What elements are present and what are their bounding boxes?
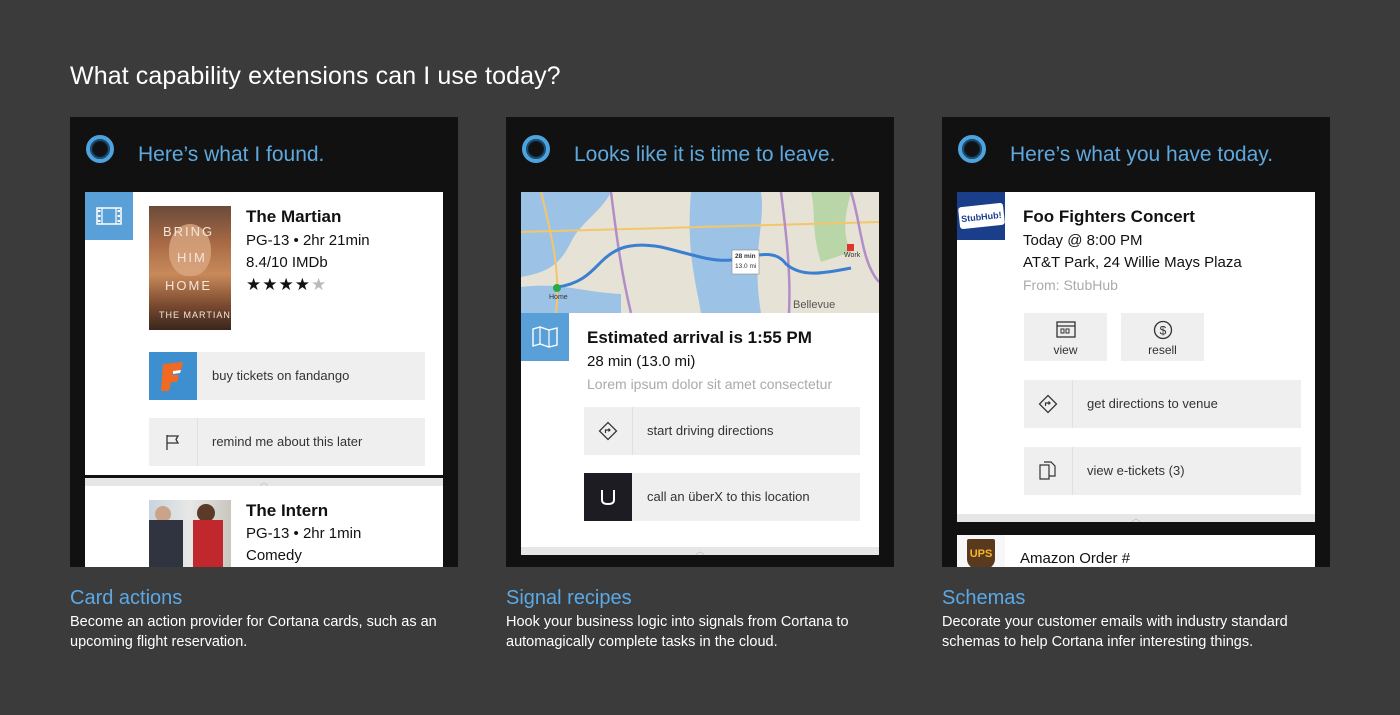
call-uber-action[interactable]: call an überX to this location xyxy=(584,473,860,521)
film-icon xyxy=(85,192,133,240)
card-divider: ︿ xyxy=(957,513,1315,523)
tickets-icon xyxy=(1024,447,1073,495)
action-label: start driving directions xyxy=(647,423,774,438)
event-card[interactable]: StubHub! Foo Fighters Concert Today @ 8:… xyxy=(957,192,1315,514)
order-card[interactable]: UPS Amazon Order # xyxy=(957,535,1315,567)
map-label-bellevue: Bellevue xyxy=(793,299,836,311)
order-title: Amazon Order # xyxy=(1020,550,1131,567)
directions-icon xyxy=(584,407,633,455)
action-label: call an überX to this location xyxy=(647,489,810,504)
action-label: remind me about this later xyxy=(212,434,363,449)
svg-text:$: $ xyxy=(1159,324,1166,338)
chevron-up-icon: ︿ xyxy=(1131,513,1141,523)
action-label: buy tickets on fandango xyxy=(212,368,350,383)
view-button[interactable]: view xyxy=(1024,313,1107,361)
card-divider: ︿ xyxy=(521,546,879,556)
movie-score: 8.4/10 IMDb xyxy=(246,254,328,271)
route-map[interactable]: Home Work Bellevue 28 min 13.0 mi xyxy=(521,192,879,313)
button-label: view xyxy=(1053,343,1078,357)
ups-logo-text: UPS xyxy=(969,548,993,560)
movie-title: The Martian xyxy=(246,207,342,226)
stubhub-logo-icon: StubHub! xyxy=(957,192,1005,240)
movie-card-intern[interactable]: The Intern PG-13 • 2hr 1min Comedy xyxy=(85,486,443,567)
arrival-note: Lorem ipsum dolor sit amet consectetur xyxy=(587,376,833,392)
panel-heading: Here’s what you have today. xyxy=(1010,143,1274,166)
caption-body: Decorate your customer emails with indus… xyxy=(942,614,1288,650)
event-venue: AT&T Park, 24 Willie Mays Plaza xyxy=(1023,254,1242,271)
cortana-panel-schedule: Here’s what you have today. StubHub! Foo… xyxy=(942,117,1330,567)
fandango-logo-icon xyxy=(149,352,197,400)
ups-logo-icon: UPS xyxy=(957,535,1005,567)
event-source: From: StubHub xyxy=(1023,277,1118,293)
cortana-panel-movies: Here’s what I found. BRING HIM HOME THE … xyxy=(70,117,458,567)
uber-logo-icon xyxy=(584,473,632,521)
cortana-icon xyxy=(522,135,550,163)
caption-title-signal-recipes[interactable]: Signal recipes xyxy=(506,587,632,610)
cortana-icon xyxy=(86,135,114,163)
button-label: resell xyxy=(1148,343,1177,357)
view-etickets-action[interactable]: view e-tickets (3) xyxy=(1024,447,1301,495)
cortana-panel-traffic: Looks like it is time to leave. Home Wor… xyxy=(506,117,894,567)
page-title: What capability extensions can I use tod… xyxy=(70,62,561,90)
arrival-title: Estimated arrival is 1:55 PM xyxy=(587,328,812,347)
poster-text: HIM xyxy=(177,250,207,265)
map-eta-mi: 13.0 mi xyxy=(735,263,757,270)
event-title: Foo Fighters Concert xyxy=(1023,207,1195,226)
start-driving-action[interactable]: start driving directions xyxy=(584,407,860,455)
movie-rating-runtime: PG-13 • 2hr 1min xyxy=(246,525,362,542)
poster-text: THE MARTIAN xyxy=(159,310,231,320)
arrival-detail: 28 min (13.0 mi) xyxy=(587,353,696,370)
poster-text: BRING xyxy=(163,224,215,239)
map-icon xyxy=(521,313,569,361)
cortana-icon xyxy=(958,135,986,163)
panel-heading: Here’s what I found. xyxy=(138,143,325,166)
caption-title-schemas[interactable]: Schemas xyxy=(942,587,1025,610)
resell-button[interactable]: $ resell xyxy=(1121,313,1204,361)
event-time: Today @ 8:00 PM xyxy=(1023,232,1143,249)
dollar-icon: $ xyxy=(1121,320,1204,340)
stubhub-logo-text: StubHub! xyxy=(960,209,1002,225)
map-label-work: Work xyxy=(844,252,861,259)
map-eta-min: 28 min xyxy=(735,253,756,260)
poster-text: HOME xyxy=(165,278,212,293)
action-label: view e-tickets (3) xyxy=(1087,463,1185,478)
movie-genre: Comedy xyxy=(246,547,302,564)
get-directions-action[interactable]: get directions to venue xyxy=(1024,380,1301,428)
movie-title: The Intern xyxy=(246,501,329,520)
movie-card-martian[interactable]: BRING HIM HOME THE MARTIAN The Martian P… xyxy=(85,192,443,475)
commute-card[interactable]: Home Work Bellevue 28 min 13.0 mi Estima… xyxy=(521,192,879,547)
panel-heading: Looks like it is time to leave. xyxy=(574,143,836,166)
chevron-up-icon: ︿ xyxy=(695,546,705,556)
buy-tickets-action[interactable]: buy tickets on fandango xyxy=(149,352,425,400)
calendar-icon xyxy=(1024,320,1107,338)
movie-rating-runtime: PG-13 • 2hr 21min xyxy=(246,232,370,249)
movie-poster-martian[interactable]: BRING HIM HOME THE MARTIAN xyxy=(149,206,231,330)
map-label-home: Home xyxy=(549,294,568,301)
directions-icon xyxy=(1024,380,1073,428)
action-label: get directions to venue xyxy=(1087,396,1218,411)
remind-later-action[interactable]: remind me about this later xyxy=(149,418,425,466)
card-divider: ︿ xyxy=(85,477,443,487)
flag-icon xyxy=(149,418,198,466)
caption-title-card-actions[interactable]: Card actions xyxy=(70,587,182,610)
caption-body: Hook your business logic into signals fr… xyxy=(506,614,849,650)
movie-poster-intern[interactable] xyxy=(149,500,231,567)
star-rating: ★★★★★ xyxy=(246,275,328,294)
caption-body: Become an action provider for Cortana ca… xyxy=(70,614,437,650)
